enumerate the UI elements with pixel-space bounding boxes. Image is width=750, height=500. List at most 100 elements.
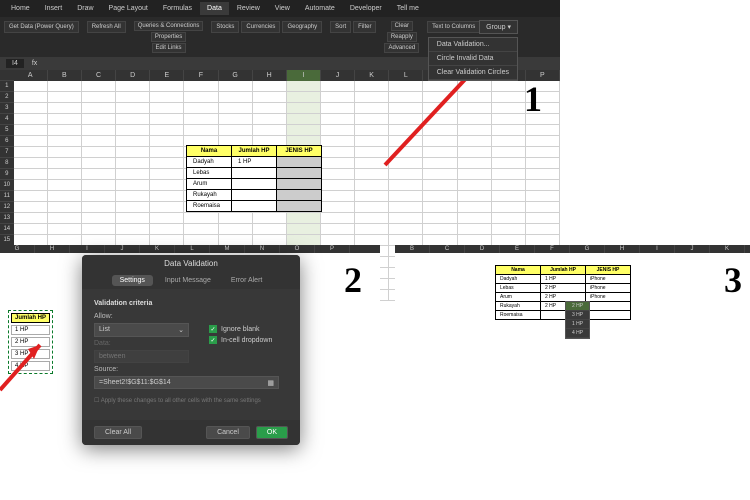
cell-jumlah[interactable] bbox=[232, 201, 277, 212]
cell[interactable] bbox=[116, 158, 150, 169]
col-C[interactable]: C bbox=[430, 245, 465, 253]
tab-data[interactable]: Data bbox=[200, 2, 229, 15]
cell[interactable] bbox=[184, 114, 218, 125]
cell[interactable] bbox=[492, 158, 526, 169]
col-I[interactable]: I bbox=[640, 245, 675, 253]
cell[interactable] bbox=[184, 224, 218, 235]
cell[interactable] bbox=[321, 191, 355, 202]
cell[interactable] bbox=[389, 147, 423, 158]
cell[interactable] bbox=[48, 169, 82, 180]
cell[interactable] bbox=[458, 125, 492, 136]
cell[interactable] bbox=[150, 180, 184, 191]
cell[interactable] bbox=[423, 103, 457, 114]
col-E[interactable]: E bbox=[150, 70, 184, 81]
ignore-blank-checkbox[interactable]: ✓Ignore blank bbox=[209, 325, 272, 333]
cell[interactable] bbox=[253, 103, 287, 114]
source-input[interactable]: =Sheet2!$G$11:$G$14▦ bbox=[94, 376, 279, 389]
cell[interactable] bbox=[321, 125, 355, 136]
cell[interactable] bbox=[423, 81, 457, 92]
name-box[interactable]: I4 bbox=[6, 59, 24, 68]
th-jenis[interactable]: JENIS HP bbox=[277, 146, 322, 157]
cell[interactable] bbox=[48, 103, 82, 114]
cell[interactable] bbox=[150, 125, 184, 136]
data-table-3[interactable]: NamaJumlah HPJENIS HP Dadyah1 HPiPhone L… bbox=[495, 265, 631, 320]
cell[interactable] bbox=[219, 114, 253, 125]
cell[interactable] bbox=[48, 125, 82, 136]
cell[interactable]: Rukayah bbox=[496, 302, 541, 311]
cell[interactable] bbox=[389, 136, 423, 147]
cell[interactable] bbox=[355, 103, 389, 114]
cell[interactable] bbox=[423, 114, 457, 125]
cell[interactable] bbox=[116, 125, 150, 136]
menu-data-validation[interactable]: Data Validation... bbox=[429, 38, 517, 52]
row-header[interactable]: 8 bbox=[0, 158, 14, 169]
cell[interactable] bbox=[355, 169, 389, 180]
tab-tellme[interactable]: Tell me bbox=[390, 2, 426, 15]
cell[interactable] bbox=[48, 224, 82, 235]
in-cell-dropdown[interactable]: 2 HP 3 HP 1 HP 4 HP bbox=[565, 301, 590, 339]
row-header[interactable]: 2 bbox=[0, 92, 14, 103]
cell[interactable] bbox=[82, 114, 116, 125]
cell[interactable] bbox=[458, 180, 492, 191]
cell[interactable] bbox=[321, 224, 355, 235]
col-F[interactable]: F bbox=[535, 245, 570, 253]
refresh-all-button[interactable]: Refresh All bbox=[87, 21, 126, 33]
dialog-tab-settings[interactable]: Settings bbox=[112, 275, 153, 286]
cell[interactable] bbox=[48, 136, 82, 147]
properties-button[interactable]: Properties bbox=[151, 32, 186, 42]
cell[interactable] bbox=[526, 180, 560, 191]
cell[interactable] bbox=[14, 224, 48, 235]
col-H[interactable]: H bbox=[605, 245, 640, 253]
cell[interactable] bbox=[116, 202, 150, 213]
col-J[interactable]: J bbox=[105, 245, 140, 253]
sort-button[interactable]: Sort bbox=[330, 21, 351, 33]
cell[interactable] bbox=[423, 202, 457, 213]
cell[interactable] bbox=[116, 114, 150, 125]
cell-jumlah[interactable] bbox=[232, 190, 277, 201]
cell[interactable] bbox=[458, 92, 492, 103]
cell[interactable] bbox=[150, 224, 184, 235]
tab-page-layout[interactable]: Page Layout bbox=[102, 2, 155, 15]
clear-button[interactable]: Clear bbox=[391, 21, 413, 31]
clear-all-button[interactable]: Clear All bbox=[94, 426, 142, 439]
cell[interactable] bbox=[116, 81, 150, 92]
row-header[interactable]: 6 bbox=[0, 136, 14, 147]
cell[interactable] bbox=[14, 81, 48, 92]
row-header[interactable]: 9 bbox=[0, 169, 14, 180]
cell[interactable] bbox=[14, 147, 48, 158]
dropdown-option[interactable]: 2 HP bbox=[566, 302, 589, 311]
col-N[interactable]: N bbox=[245, 245, 280, 253]
cell[interactable] bbox=[14, 114, 48, 125]
menu-clear-circles[interactable]: Clear Validation Circles bbox=[429, 66, 517, 80]
cell-jenis[interactable] bbox=[277, 157, 322, 168]
cell[interactable] bbox=[150, 147, 184, 158]
cell[interactable] bbox=[355, 213, 389, 224]
tab-view[interactable]: View bbox=[268, 2, 297, 15]
cell[interactable] bbox=[14, 158, 48, 169]
cell[interactable] bbox=[14, 136, 48, 147]
tab-review[interactable]: Review bbox=[230, 2, 267, 15]
cell[interactable] bbox=[492, 180, 526, 191]
cell[interactable] bbox=[150, 191, 184, 202]
cell[interactable] bbox=[321, 180, 355, 191]
cell[interactable] bbox=[458, 224, 492, 235]
cell[interactable] bbox=[14, 169, 48, 180]
cell[interactable] bbox=[184, 103, 218, 114]
incell-dropdown-checkbox[interactable]: ✓In-cell dropdown bbox=[209, 336, 272, 344]
cell[interactable] bbox=[184, 92, 218, 103]
cell[interactable] bbox=[492, 114, 526, 125]
tab-home[interactable]: Home bbox=[4, 2, 37, 15]
cell[interactable] bbox=[526, 136, 560, 147]
cell-jumlah[interactable] bbox=[232, 179, 277, 190]
cell[interactable] bbox=[253, 81, 287, 92]
cell[interactable] bbox=[321, 158, 355, 169]
cell[interactable]: Dadyah bbox=[496, 275, 541, 284]
cell[interactable] bbox=[458, 191, 492, 202]
cell[interactable] bbox=[116, 180, 150, 191]
cell[interactable] bbox=[458, 147, 492, 158]
tab-insert[interactable]: Insert bbox=[38, 2, 70, 15]
tab-draw[interactable]: Draw bbox=[70, 2, 100, 15]
cell[interactable] bbox=[150, 213, 184, 224]
cell[interactable] bbox=[150, 81, 184, 92]
cell[interactable] bbox=[492, 224, 526, 235]
